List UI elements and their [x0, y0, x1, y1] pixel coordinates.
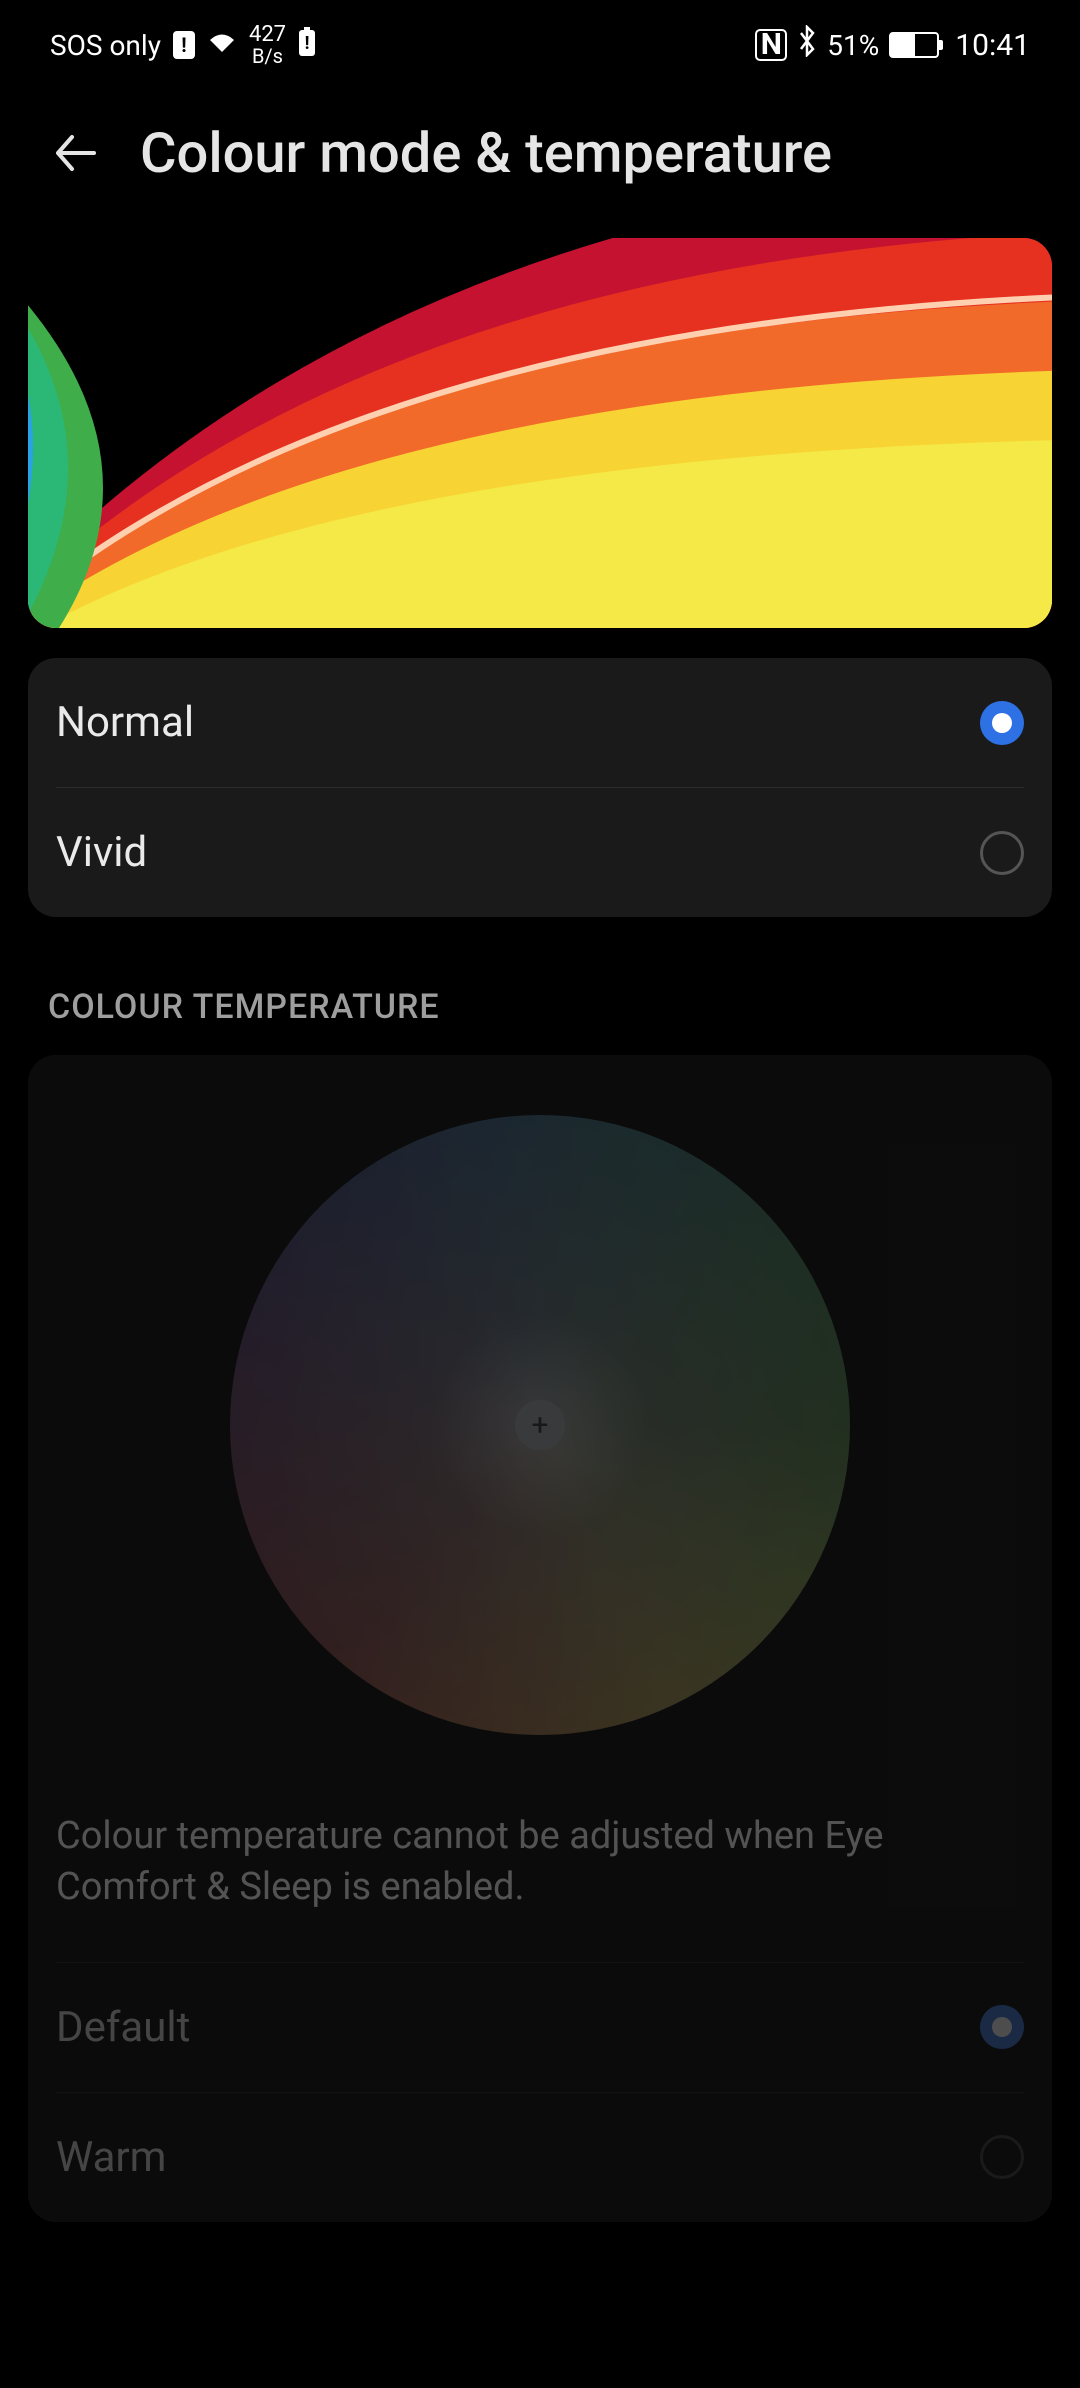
bluetooth-icon	[797, 25, 817, 65]
option-label: Normal	[56, 698, 194, 747]
status-bar: SOS only ! 427 B/s ! N 51% 10:41	[0, 0, 1080, 90]
back-button[interactable]	[48, 125, 104, 181]
clock-text: 10:41	[955, 28, 1030, 63]
battery-low-icon: !	[298, 27, 316, 64]
battery-icon	[889, 32, 939, 58]
radio-unselected-icon	[980, 2135, 1024, 2179]
page-title: Colour mode & temperature	[140, 120, 832, 186]
temp-option-warm[interactable]: Warm	[28, 2093, 1052, 2222]
option-label: Vivid	[56, 828, 147, 877]
speed-unit: B/s	[252, 46, 283, 66]
section-header-colour-temperature: COLOUR TEMPERATURE	[48, 987, 1032, 1027]
wifi-icon	[207, 29, 237, 62]
plus-icon: +	[531, 1408, 548, 1443]
colour-wheel-handle[interactable]: +	[515, 1400, 565, 1450]
sim-alert-icon: !	[173, 31, 195, 59]
colour-wheel-area: +	[28, 1055, 1052, 1775]
app-header: Colour mode & temperature	[0, 90, 1080, 226]
network-speed: 427 B/s	[249, 24, 286, 66]
colour-mode-card: Normal Vivid	[28, 658, 1052, 917]
mode-option-vivid[interactable]: Vivid	[28, 788, 1052, 917]
status-right: N 51% 10:41	[755, 25, 1030, 65]
temp-option-default[interactable]: Default	[28, 1963, 1052, 2092]
mode-option-normal[interactable]: Normal	[28, 658, 1052, 787]
radio-selected-icon	[980, 701, 1024, 745]
speed-value: 427	[249, 24, 286, 46]
colour-temperature-info-text: Colour temperature cannot be adjusted wh…	[28, 1775, 1052, 1962]
colour-temperature-card: + Colour temperature cannot be adjusted …	[28, 1055, 1052, 2222]
colour-wheel[interactable]: +	[230, 1115, 850, 1735]
radio-selected-icon	[980, 2005, 1024, 2049]
status-left: SOS only ! 427 B/s !	[50, 24, 316, 66]
option-label: Default	[56, 2003, 190, 2052]
svg-text:!: !	[305, 33, 310, 54]
radio-unselected-icon	[980, 831, 1024, 875]
colour-preview-image	[28, 238, 1052, 628]
option-label: Warm	[56, 2133, 167, 2182]
arrow-left-icon	[50, 127, 102, 179]
network-status-text: SOS only	[50, 29, 161, 62]
nfc-icon: N	[755, 29, 787, 61]
battery-percent-text: 51%	[827, 29, 879, 62]
